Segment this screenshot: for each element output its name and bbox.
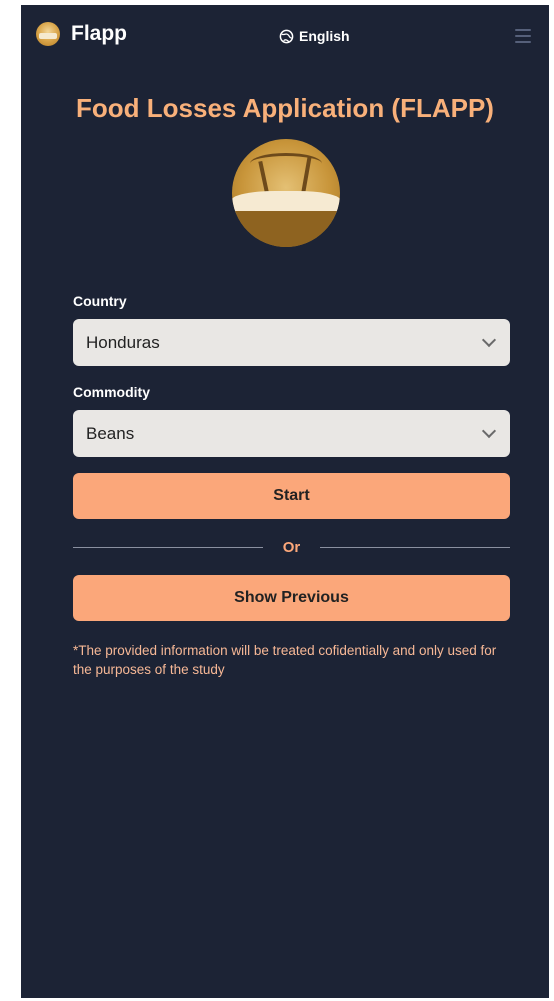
start-button[interactable]: Start bbox=[73, 473, 510, 519]
globe-icon bbox=[279, 29, 294, 43]
selection-form: Country Honduras Commodity Beans Start O… bbox=[73, 293, 511, 679]
hamburger-menu-icon[interactable] bbox=[515, 29, 531, 43]
show-previous-button[interactable]: Show Previous bbox=[73, 575, 510, 621]
or-divider: Or bbox=[73, 519, 511, 575]
commodity-label: Commodity bbox=[73, 384, 150, 400]
language-selector[interactable]: English bbox=[279, 28, 350, 44]
app-screen: Flapp English Food Losses Application (F… bbox=[21, 5, 549, 998]
flapp-logo-icon bbox=[36, 22, 60, 46]
brand-name: Flapp bbox=[71, 22, 127, 45]
country-label: Country bbox=[73, 293, 127, 309]
divider-line bbox=[73, 546, 263, 548]
confidentiality-note: *The provided information will be treate… bbox=[73, 643, 497, 677]
country-value: Honduras bbox=[86, 332, 160, 352]
country-select[interactable]: Honduras bbox=[73, 319, 510, 366]
flapp-emblem-logo bbox=[232, 139, 340, 247]
chevron-down-icon bbox=[481, 332, 497, 348]
commodity-select[interactable]: Beans bbox=[73, 410, 510, 457]
language-label: English bbox=[299, 28, 350, 44]
commodity-value: Beans bbox=[86, 423, 135, 443]
chevron-down-icon bbox=[481, 423, 497, 439]
page-title: Food Losses Application (FLAPP) bbox=[76, 93, 494, 123]
navbar: Flapp English bbox=[21, 5, 549, 65]
divider-line bbox=[320, 546, 511, 548]
or-label: Or bbox=[282, 538, 301, 556]
brand-link[interactable]: Flapp bbox=[36, 22, 127, 46]
